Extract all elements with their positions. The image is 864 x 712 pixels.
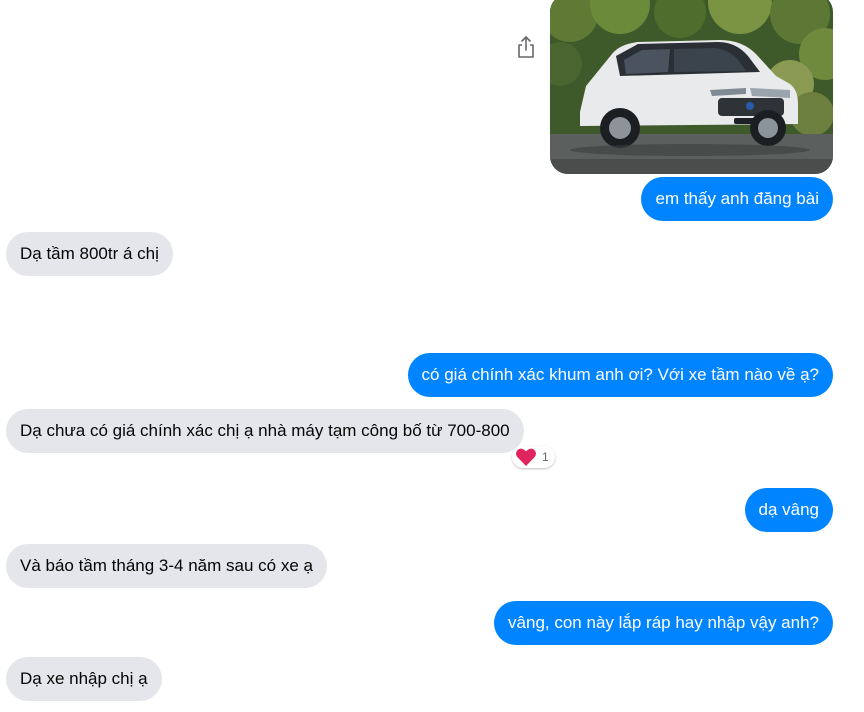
- share-icon[interactable]: [514, 34, 538, 60]
- message-thread: em thấy anh đăng bài Dạ tầm 800tr á chị …: [0, 0, 864, 712]
- incoming-message[interactable]: Và báo tầm tháng 3-4 năm sau có xe ạ: [6, 544, 327, 588]
- photo-attachment[interactable]: [550, 0, 833, 174]
- car-photo: [550, 0, 833, 174]
- incoming-message[interactable]: Dạ xe nhập chị ạ: [6, 657, 162, 701]
- outgoing-message[interactable]: vâng, con này lắp ráp hay nhập vậy anh?: [494, 601, 833, 645]
- outgoing-message[interactable]: có giá chính xác khum anh ơi? Với xe tầm…: [407, 353, 833, 397]
- message-reaction[interactable]: 1: [512, 446, 555, 468]
- outgoing-message[interactable]: dạ vâng: [744, 488, 833, 532]
- incoming-message[interactable]: Dạ tầm 800tr á chị: [6, 232, 173, 276]
- heart-icon: [516, 448, 536, 466]
- incoming-message[interactable]: Dạ chưa có giá chính xác chị ạ nhà máy t…: [6, 409, 524, 453]
- reaction-count: 1: [542, 450, 549, 464]
- outgoing-message[interactable]: em thấy anh đăng bài: [641, 177, 833, 221]
